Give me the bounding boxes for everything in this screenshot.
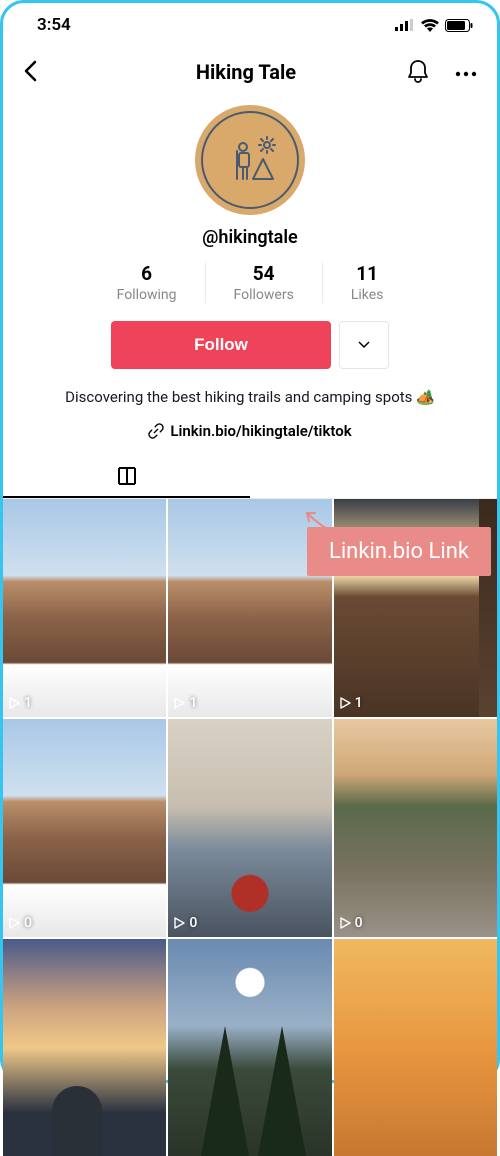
annotation-callout: Linkin.bio Link [307,527,491,576]
followers-label: Followers [234,287,294,303]
view-count: 1 [9,695,32,711]
follow-button[interactable]: Follow [111,321,331,369]
view-count: 1 [174,695,197,711]
notifications-button[interactable] [403,55,433,90]
video-thumbnail[interactable] [334,939,497,1156]
view-count: 0 [340,915,363,931]
following-label: Following [117,287,177,303]
play-icon [340,917,351,929]
following-stat[interactable]: 6 Following [89,262,205,303]
likes-label: Likes [351,287,384,303]
video-thumbnail[interactable]: 0 [3,719,166,937]
wifi-icon [421,19,439,32]
view-count: 1 [340,695,363,711]
likes-count: 11 [351,262,384,285]
view-count: 0 [9,915,32,931]
content-tabs [3,456,497,499]
stats-row: 6 Following 54 Followers 11 Likes [3,262,497,303]
hiker-logo-icon [219,129,281,191]
bio-link[interactable]: Linkin.bio/hikingtale/tiktok [3,422,497,440]
following-count: 6 [117,262,177,285]
video-thumbnail[interactable]: 0 [168,719,331,937]
battery-icon [445,19,473,32]
play-icon [9,697,20,709]
play-icon [9,917,20,929]
more-button[interactable] [451,61,481,84]
video-thumbnail[interactable] [168,939,331,1156]
view-count: 0 [174,915,197,931]
video-thumbnail[interactable] [3,939,166,1156]
link-icon [148,423,164,439]
bell-icon [407,59,429,83]
tab-videos[interactable] [3,456,250,498]
avatar[interactable] [195,105,305,215]
play-icon [340,697,351,709]
bio-text: Discovering the best hiking trails and c… [3,387,497,408]
video-thumbnail[interactable]: 0 [334,719,497,937]
back-button[interactable] [19,56,41,89]
status-right [395,19,473,32]
username[interactable]: @hikingtale [3,227,497,248]
video-grid: 1 1 1 0 0 0 [3,499,497,1156]
grid-icon [117,466,137,486]
chevron-left-icon [23,60,37,82]
suggested-accounts-button[interactable] [339,321,389,369]
heart-lock-icon [364,466,384,486]
play-icon [174,697,185,709]
status-bar: 3:54 [3,3,497,47]
play-icon [174,917,185,929]
page-title: Hiking Tale [89,60,403,84]
likes-stat[interactable]: 11 Likes [322,262,412,303]
followers-count: 54 [234,262,294,285]
video-thumbnail[interactable]: 1 [3,499,166,717]
nav-bar: Hiking Tale [3,47,497,97]
chevron-down-icon [358,341,370,349]
followers-stat[interactable]: 54 Followers [205,262,322,303]
bio-link-text: Linkin.bio/hikingtale/tiktok [170,422,351,440]
cellular-signal-icon [395,19,415,31]
ellipsis-icon [455,71,477,77]
status-time: 3:54 [37,15,71,35]
